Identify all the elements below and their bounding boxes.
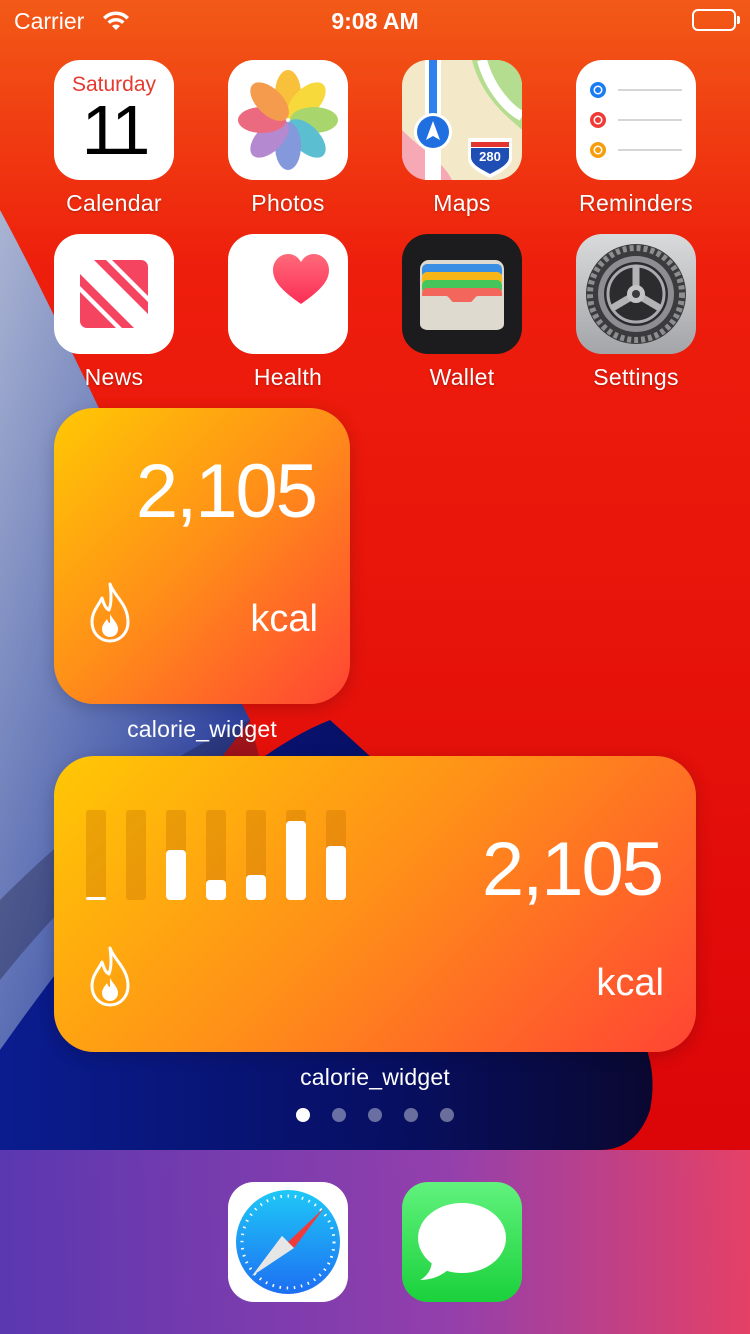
- bar-track: [86, 810, 106, 900]
- news-icon: [54, 234, 174, 354]
- app-label: Reminders: [579, 190, 693, 216]
- app-label: Health: [253, 364, 323, 390]
- dock: [0, 1150, 750, 1334]
- calorie-value: 2,105: [481, 827, 664, 912]
- dock-app-messages[interactable]: [375, 1182, 549, 1302]
- bar-track: [206, 810, 226, 900]
- app-label: News: [84, 364, 144, 390]
- calorie-widget-medium[interactable]: 2,105 kcal: [54, 756, 696, 1052]
- maps-icon: 280: [402, 60, 522, 180]
- app-label: Calendar: [66, 190, 162, 216]
- calendar-icon: Saturday 11: [54, 60, 174, 180]
- bar-value: [206, 880, 226, 900]
- bar-value: [166, 850, 186, 900]
- app-reminders[interactable]: Reminders: [549, 60, 723, 217]
- message-bubble-icon: [402, 1182, 522, 1302]
- clock: 9:08 AM: [331, 8, 419, 34]
- calorie-widget-small[interactable]: 2,105 kcal: [54, 408, 350, 704]
- bar-track: [166, 810, 186, 900]
- safari-compass-icon: [228, 1182, 348, 1302]
- widget-caption: calorie_widget: [300, 1064, 450, 1090]
- page-dot[interactable]: [332, 1108, 346, 1122]
- battery-icon: [692, 9, 740, 31]
- bar-value: [246, 875, 266, 900]
- bar-track: [326, 810, 346, 900]
- app-settings[interactable]: Settings: [549, 234, 723, 391]
- wallet-icon: [402, 234, 522, 354]
- bar-track: [286, 810, 306, 900]
- page-dot[interactable]: [368, 1108, 382, 1122]
- app-label: Settings: [593, 364, 679, 390]
- calorie-unit: kcal: [250, 598, 318, 640]
- photos-icon: [228, 60, 348, 180]
- reminders-icon: [576, 60, 696, 180]
- app-calendar[interactable]: Saturday 11 Calendar: [27, 60, 201, 217]
- weekly-calorie-bars: [86, 808, 356, 900]
- dock-app-safari[interactable]: [201, 1182, 375, 1302]
- page-dot-active[interactable]: [296, 1108, 310, 1122]
- settings-icon: [576, 234, 696, 354]
- calendar-date: 11: [81, 91, 151, 169]
- bar-value: [286, 821, 306, 900]
- app-label: Wallet: [429, 364, 495, 390]
- bar-value: [326, 846, 346, 900]
- flame-icon: [90, 946, 130, 1007]
- page-dot[interactable]: [440, 1108, 454, 1122]
- app-label: Photos: [251, 190, 325, 216]
- bar-value: [86, 897, 106, 900]
- health-icon: [228, 234, 348, 354]
- widget-caption: calorie_widget: [127, 716, 277, 742]
- status-bar: Carrier 9:08 AM: [0, 0, 750, 40]
- bar-track: [246, 810, 266, 900]
- calorie-unit: kcal: [596, 962, 664, 1004]
- bar-track: [126, 810, 146, 900]
- app-health[interactable]: Health: [201, 234, 375, 391]
- page-indicator[interactable]: [0, 1108, 750, 1122]
- app-news[interactable]: News: [27, 234, 201, 391]
- flame-icon: [90, 582, 130, 643]
- highway-shield-number: 280: [479, 149, 501, 164]
- app-maps[interactable]: 280 Maps: [375, 60, 549, 217]
- app-label: Maps: [433, 190, 491, 216]
- page-dot[interactable]: [404, 1108, 418, 1122]
- app-wallet[interactable]: Wallet: [375, 234, 549, 391]
- calorie-value: 2,105: [135, 449, 318, 534]
- app-photos[interactable]: Photos: [201, 60, 375, 217]
